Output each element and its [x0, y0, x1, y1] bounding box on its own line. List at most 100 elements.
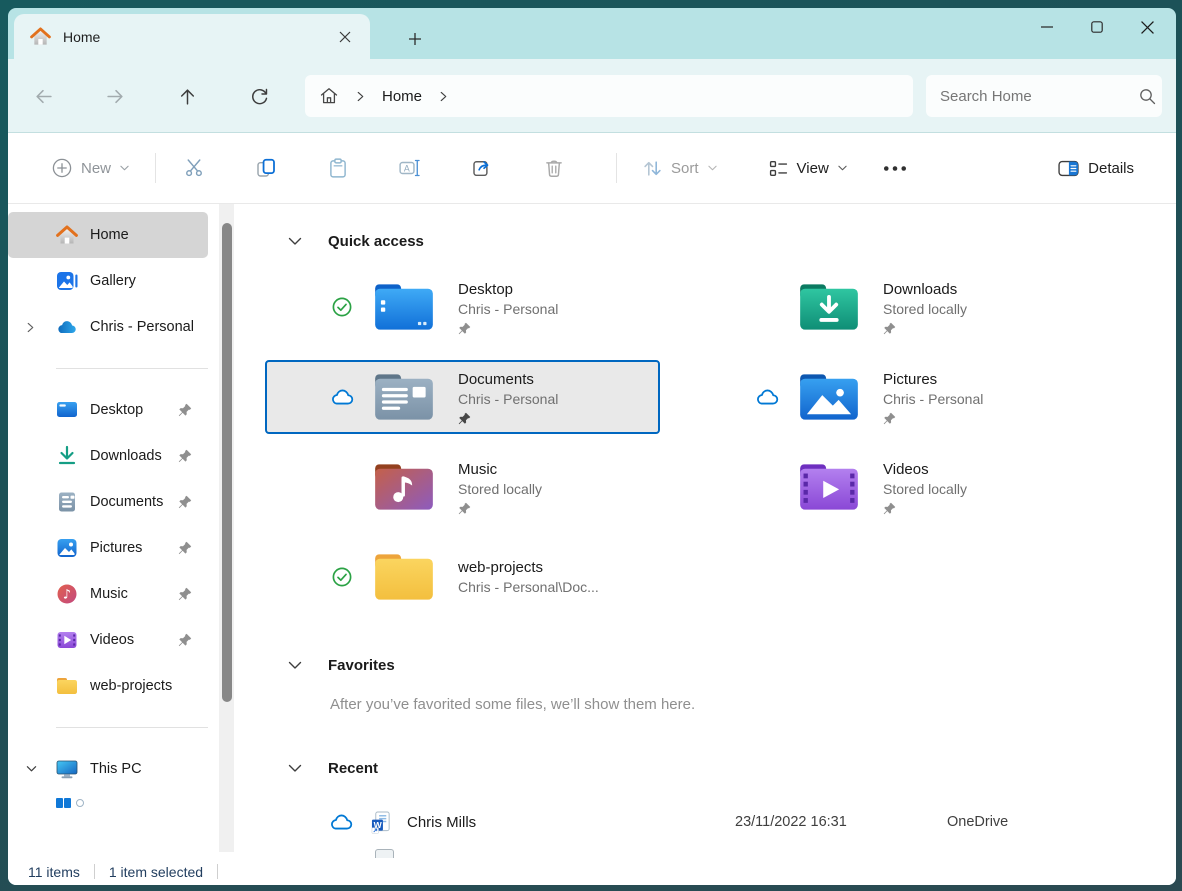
- quick-access-item-desktop[interactable]: Desktop Chris - Personal: [265, 270, 660, 344]
- chevron-down-icon[interactable]: [288, 661, 304, 670]
- search-box[interactable]: [926, 75, 1162, 117]
- search-icon[interactable]: [1139, 88, 1156, 105]
- tab-strip: Home: [8, 8, 1176, 59]
- item-name: Desktop: [458, 280, 558, 300]
- content-pane: Quick access: [230, 204, 1176, 858]
- svg-text:A: A: [404, 163, 410, 173]
- new-tab-button[interactable]: [400, 26, 430, 52]
- recent-file-location: OneDrive: [947, 814, 1008, 830]
- pictures-icon: [56, 537, 78, 559]
- tab-close-icon[interactable]: [332, 24, 358, 50]
- cut-icon[interactable]: [170, 146, 218, 190]
- videos-icon: [56, 629, 78, 651]
- pin-icon: [458, 412, 558, 425]
- new-button-label: New: [81, 160, 111, 177]
- item-location: Stored locally: [458, 480, 542, 499]
- recent-file-row[interactable]: W Chris Mills 23/11/2022 16:31 OneDrive: [230, 805, 1176, 839]
- quick-access-item-videos[interactable]: Videos Stored locally: [690, 450, 1085, 524]
- item-location: Stored locally: [883, 300, 967, 319]
- quick-access-item-web-projects[interactable]: web-projects Chris - Personal\Doc...: [265, 540, 660, 614]
- search-input[interactable]: [940, 88, 1139, 105]
- chevron-right-icon[interactable]: [439, 91, 448, 102]
- sidebar-item-desktop[interactable]: Desktop: [8, 387, 208, 433]
- view-button-label: View: [797, 160, 829, 177]
- sidebar-item-pictures[interactable]: Pictures: [8, 525, 208, 571]
- sidebar-item-this-pc[interactable]: This PC: [8, 746, 208, 792]
- selection-count: 1 item selected: [109, 864, 203, 880]
- view-button[interactable]: View: [757, 146, 859, 190]
- item-location: Chris - Personal: [883, 390, 983, 409]
- paste-icon[interactable]: [314, 146, 362, 190]
- share-icon[interactable]: [458, 146, 506, 190]
- tab-home[interactable]: Home: [14, 14, 370, 59]
- chevron-down-icon[interactable]: [288, 237, 304, 246]
- chevron-down-icon[interactable]: [288, 764, 304, 773]
- minimize-button[interactable]: [1022, 8, 1072, 46]
- sidebar-item-documents[interactable]: Documents: [8, 479, 208, 525]
- tab-title: Home: [63, 29, 100, 45]
- section-header-favorites[interactable]: Favorites: [230, 650, 1176, 680]
- forward-icon[interactable]: [95, 76, 135, 116]
- item-name: Downloads: [883, 280, 967, 300]
- section-header-quick-access[interactable]: Quick access: [230, 226, 1176, 256]
- details-button-label: Details: [1088, 160, 1134, 177]
- recent-file-date: 23/11/2022 16:31: [735, 814, 847, 830]
- up-icon[interactable]: [167, 76, 207, 116]
- chevron-down-icon: [120, 165, 129, 171]
- sidebar-item-music[interactable]: ♪ Music: [8, 571, 208, 617]
- sidebar-item-gallery[interactable]: Gallery: [8, 258, 208, 304]
- music-icon: ♪: [56, 583, 78, 605]
- sync-status-synced-icon: [329, 566, 355, 588]
- delete-icon[interactable]: [530, 146, 578, 190]
- details-button[interactable]: Details: [1046, 146, 1146, 190]
- close-button[interactable]: [1122, 8, 1172, 46]
- new-button[interactable]: New: [40, 146, 141, 190]
- chevron-down-icon[interactable]: [22, 765, 56, 773]
- folder-icon: [56, 675, 78, 697]
- sync-status-cloud-icon: [329, 388, 355, 406]
- pin-icon: [178, 449, 192, 463]
- downloads-folder-icon: [798, 282, 860, 332]
- sync-status-cloud-icon: [754, 388, 780, 406]
- sort-button[interactable]: Sort: [631, 146, 729, 190]
- breadcrumb-home-icon[interactable]: [319, 86, 339, 106]
- file-explorer-window: Home: [8, 8, 1176, 885]
- pin-icon: [458, 502, 542, 515]
- quick-access-item-pictures[interactable]: Pictures Chris - Personal: [690, 360, 1085, 434]
- quick-access-item-music[interactable]: Music Stored locally: [265, 450, 660, 524]
- breadcrumb[interactable]: Home: [305, 75, 913, 117]
- quick-access-item-downloads[interactable]: Downloads Stored locally: [690, 270, 1085, 344]
- pin-icon: [178, 403, 192, 417]
- maximize-button[interactable]: [1072, 8, 1122, 46]
- pin-icon: [178, 541, 192, 555]
- chevron-down-icon: [708, 165, 717, 171]
- sidebar-item-partial-drive[interactable]: [56, 798, 230, 812]
- music-folder-icon: [373, 462, 435, 512]
- sort-arrows-icon: [643, 160, 662, 177]
- section-title: Quick access: [328, 233, 424, 250]
- recent-file-row-partial[interactable]: [375, 849, 394, 858]
- window-controls: [1022, 8, 1172, 48]
- copy-icon[interactable]: [242, 146, 290, 190]
- sidebar-item-downloads[interactable]: Downloads: [8, 433, 208, 479]
- desktop-icon: [56, 399, 78, 421]
- back-icon[interactable]: [23, 76, 63, 116]
- quick-access-item-documents[interactable]: Documents Chris - Personal: [265, 360, 660, 434]
- rename-icon[interactable]: A: [386, 146, 434, 190]
- more-options-icon[interactable]: [871, 146, 919, 190]
- sidebar-item-web-projects[interactable]: web-projects: [8, 663, 208, 709]
- pin-icon: [458, 322, 558, 335]
- item-location: Chris - Personal: [458, 390, 558, 409]
- refresh-icon[interactable]: [239, 76, 279, 116]
- sidebar-item-onedrive[interactable]: Chris - Personal: [8, 304, 208, 350]
- sort-button-label: Sort: [671, 160, 699, 177]
- chevron-right-icon[interactable]: [22, 322, 56, 333]
- section-header-recent[interactable]: Recent: [230, 753, 1176, 783]
- breadcrumb-item-home[interactable]: Home: [382, 88, 422, 105]
- command-toolbar: New: [8, 133, 1176, 204]
- quick-access-grid: Desktop Chris - Personal: [265, 270, 1176, 614]
- sidebar-item-videos[interactable]: Videos: [8, 617, 208, 663]
- sidebar-item-home[interactable]: Home: [8, 212, 208, 258]
- chevron-down-icon: [838, 165, 847, 171]
- navigation-pane: Home Gallery: [8, 204, 230, 858]
